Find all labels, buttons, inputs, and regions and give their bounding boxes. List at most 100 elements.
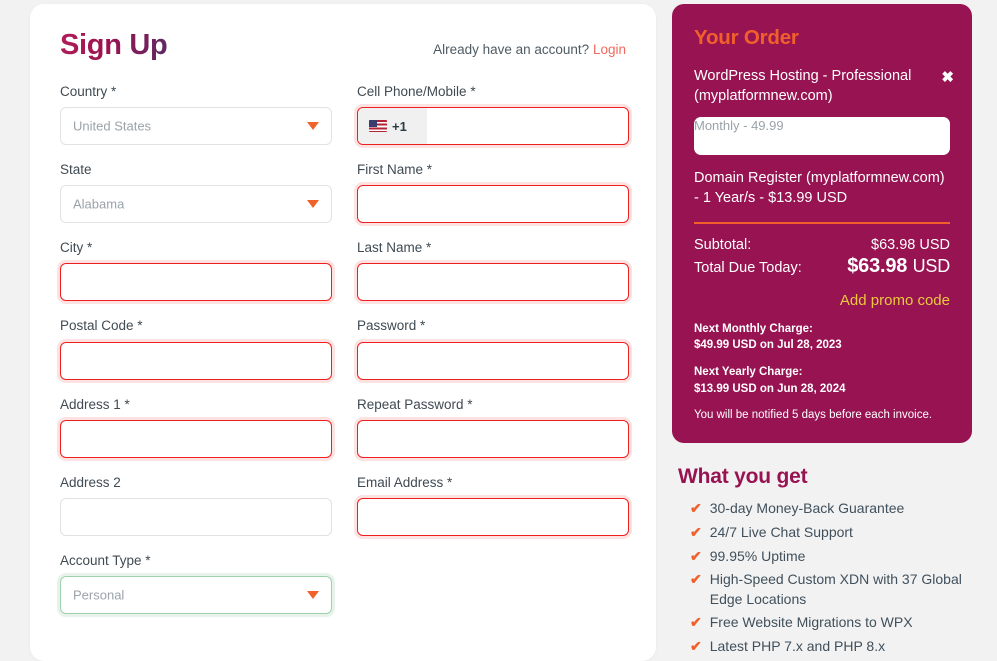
login-prompt: Already have an account? Login [433,42,626,57]
subtotal-row: Subtotal: $63.98 USD [694,237,950,253]
address1-label: Address 1 * [60,396,130,412]
check-icon: ✔ [690,500,702,517]
billing-cycle-value: Monthly - 49.99 [694,117,784,133]
state-select[interactable]: Alabama [60,185,332,224]
account-type-label: Account Type * [60,553,151,569]
check-icon: ✔ [690,547,702,564]
password-label: Password * [357,318,426,334]
benefit-text: Latest PHP 7.x and PHP 8.x [709,638,886,655]
page-title: Sign Up [60,29,168,61]
billing-cycle-select[interactable]: Monthly - 49.99 [694,116,950,155]
benefit-text: 30-day Money-Back Guarantee [709,500,905,517]
repeat-password-input[interactable] [357,419,629,458]
last-name-label: Last Name * [357,240,432,256]
cell-phone-label: Cell Phone/Mobile * [357,83,476,99]
last-name-input[interactable] [357,263,629,302]
invoice-note: You will be notified 5 days before each … [694,409,933,422]
divider [694,222,950,224]
subtotal-value: $63.98 USD [871,236,950,253]
state-label: State [60,162,92,178]
next-yearly-charge: Next Yearly Charge: $13.99 USD on Jun 28… [694,364,950,397]
email-field[interactable] [357,498,629,537]
form-header: Sign Up Already have an account? Login [60,29,626,62]
repeat-password-label: Repeat Password * [357,396,473,412]
total-currency-code: USD [912,255,951,276]
city-label: City * [60,240,93,256]
order-sidebar: Your Order ✖ WordPress Hosting - Profess… [672,4,972,661]
list-item: ✔ High-Speed Custom XDN with 37 Global Ed… [678,570,972,609]
check-icon: ✔ [690,614,702,631]
total-value: $63.98 USD [847,255,950,278]
next-monthly-charge-value: $49.99 USD on Jul 28, 2023 [694,339,842,352]
first-name-input[interactable] [357,185,629,224]
postal-code-input[interactable] [60,341,332,380]
benefit-text: 99.95% Uptime [709,547,806,564]
close-icon[interactable]: ✖ [941,70,954,85]
benefit-text: High-Speed Custom XDN with 37 Global Edg… [709,571,962,607]
address1-input[interactable] [60,419,332,458]
us-flag-icon [369,120,387,133]
subtotal-label: Subtotal: [694,236,752,253]
field-email: Email Address * [357,474,629,537]
password-input[interactable] [357,341,629,380]
next-yearly-charge-value: $13.99 USD on Jun 28, 2024 [694,382,846,395]
total-label: Total Due Today: [694,259,802,276]
order-domain-line: Domain Register (myplatformnew.com) - 1 … [694,169,945,206]
field-state: State Alabama [60,162,332,224]
field-address1: Address 1 * [60,397,332,458]
field-password: Password * [357,318,629,380]
login-link[interactable]: Login [593,42,626,57]
city-input[interactable] [60,263,332,302]
country-select[interactable]: United States [60,107,332,146]
cell-phone-input-wrap[interactable]: +1 [357,107,629,146]
benefit-text: Free Website Migrations to WPX [709,614,913,631]
field-first-name: First Name * [357,162,629,224]
total-row: Total Due Today: $63.98 USD [694,255,950,278]
add-promo-code-link[interactable]: Add promo code [694,292,950,309]
form-fields-grid: Country * United States Cell Phone/Mobil… [60,83,629,631]
country-dial-code-selector[interactable]: +1 [358,108,427,145]
list-item: ✔ 99.95% Uptime [678,547,972,567]
field-address2: Address 2 [60,474,332,537]
country-select-box[interactable] [60,107,332,146]
field-cell-phone: Cell Phone/Mobile * +1 [357,83,629,146]
check-icon: ✔ [690,571,702,588]
list-item: ✔ Free Website Migrations to WPX [678,613,972,633]
benefits-list: ✔ 30-day Money-Back Guarantee ✔ 24/7 Live … [678,499,972,656]
email-label: Email Address * [357,474,453,490]
next-monthly-charge-title: Next Monthly Charge: [694,322,813,335]
account-type-select[interactable]: Personal [60,576,332,615]
field-account-type: Account Type * Personal [60,553,332,615]
next-monthly-charge: Next Monthly Charge: $49.99 USD on Jul 2… [694,321,950,354]
benefits-section: What you get ✔ 30-day Money-Back Guarante… [672,465,972,656]
benefit-text: 24/7 Live Chat Support [709,524,853,541]
account-type-select-box[interactable] [60,576,332,615]
order-summary-card: Your Order ✖ WordPress Hosting - Profess… [672,4,972,444]
field-last-name: Last Name * [357,240,629,302]
list-item: ✔ Latest PHP 7.x and PHP 8.x [678,637,972,657]
check-icon: ✔ [690,638,702,655]
signup-form-card: Sign Up Already have an account? Login C… [30,4,656,661]
total-currency-symbol: $ [847,254,859,277]
first-name-label: First Name * [357,162,433,178]
address2-input[interactable] [60,498,332,537]
dial-code-value: +1 [392,118,407,134]
next-yearly-charge-title: Next Yearly Charge: [694,366,803,379]
signup-page: Sign Up Already have an account? Login C… [0,0,997,661]
list-item: ✔ 30-day Money-Back Guarantee [678,499,972,519]
order-title: Your Order [694,26,799,49]
check-icon: ✔ [690,524,702,541]
field-city: City * [60,240,332,302]
country-label: Country * [60,83,117,99]
benefits-title: What you get [678,465,808,489]
total-amount: 63.98 [858,254,908,277]
order-item-name: WordPress Hosting - Professional (myplat… [694,68,912,105]
field-postal-code: Postal Code * [60,318,332,380]
grid-spacer [357,553,629,631]
address2-label: Address 2 [60,474,121,490]
state-select-box[interactable] [60,185,332,224]
login-prompt-text: Already have an account? [433,42,590,57]
postal-code-label: Postal Code * [60,318,143,334]
field-repeat-password: Repeat Password * [357,397,629,458]
field-country: Country * United States [60,83,332,146]
